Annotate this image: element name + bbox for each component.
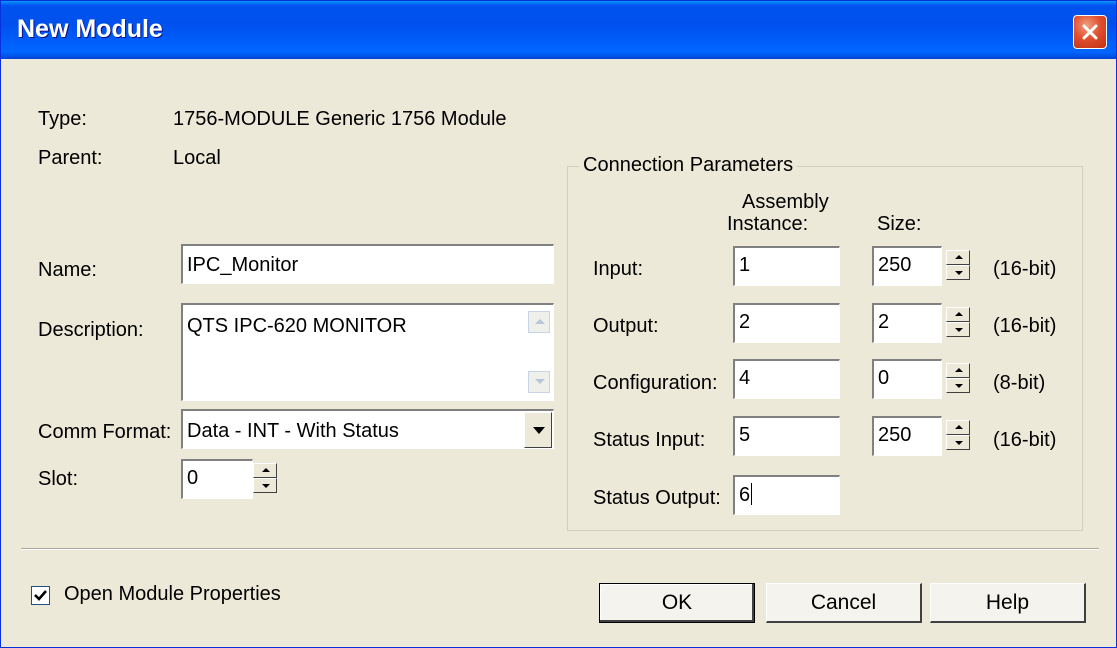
ok-button[interactable]: OK bbox=[599, 583, 755, 623]
input-unit: (16-bit) bbox=[993, 258, 1057, 280]
input-size-spin-down[interactable] bbox=[946, 265, 970, 280]
chevron-down-icon bbox=[533, 427, 545, 434]
comm-format-select[interactable]: Data - INT - With Status bbox=[181, 409, 554, 449]
parent-value: Local bbox=[173, 147, 221, 169]
scroll-down-icon bbox=[535, 379, 545, 384]
instance-header: Instance: bbox=[727, 213, 809, 235]
spin-up-icon bbox=[955, 368, 963, 372]
slot-spinner[interactable] bbox=[253, 463, 277, 493]
status-input-size-spin-down[interactable] bbox=[946, 435, 970, 450]
name-input[interactable]: IPC_Monitor bbox=[181, 244, 554, 284]
slot-label: Slot: bbox=[38, 468, 79, 490]
output-label: Output: bbox=[593, 315, 659, 337]
spin-up-icon bbox=[955, 255, 963, 259]
input-size-spin-up[interactable] bbox=[946, 250, 970, 265]
slot-spin-down[interactable] bbox=[253, 478, 277, 493]
spin-down-icon bbox=[262, 484, 270, 488]
close-icon bbox=[1082, 24, 1098, 40]
parent-label: Parent: bbox=[38, 147, 103, 169]
spin-up-icon bbox=[955, 425, 963, 429]
checkmark-icon bbox=[34, 590, 47, 601]
status-input-label: Status Input: bbox=[593, 429, 706, 451]
comm-format-dropdown-button[interactable] bbox=[524, 412, 552, 448]
slot-spin-up[interactable] bbox=[253, 463, 277, 478]
output-size-spin-down[interactable] bbox=[946, 322, 970, 337]
input-size-spinner[interactable] bbox=[946, 250, 970, 280]
description-scrollbar[interactable] bbox=[528, 305, 552, 400]
name-label: Name: bbox=[38, 259, 97, 281]
description-textarea[interactable]: QTS IPC-620 MONITOR bbox=[181, 303, 554, 401]
title-bar[interactable]: New Module bbox=[1, 1, 1116, 59]
status-output-label: Status Output: bbox=[593, 487, 721, 509]
spin-up-icon bbox=[262, 468, 270, 472]
status-input-size-spin-up[interactable] bbox=[946, 420, 970, 435]
input-size-field[interactable]: 250 bbox=[872, 246, 942, 286]
slot-input[interactable]: 0 bbox=[181, 459, 253, 499]
configuration-unit: (8-bit) bbox=[993, 372, 1046, 394]
divider bbox=[21, 548, 1099, 550]
scroll-up-button[interactable] bbox=[528, 311, 550, 333]
window-title: New Module bbox=[17, 15, 163, 43]
input-label: Input: bbox=[593, 258, 644, 280]
status-input-size-spinner[interactable] bbox=[946, 420, 970, 450]
output-unit: (16-bit) bbox=[993, 315, 1057, 337]
configuration-size-spin-up[interactable] bbox=[946, 363, 970, 378]
spin-down-icon bbox=[955, 441, 963, 445]
open-module-properties-label[interactable]: Open Module Properties bbox=[64, 583, 281, 606]
assembly-header: Assembly bbox=[742, 191, 829, 213]
new-module-dialog: New Module Type: 1756-MODULE Generic 175… bbox=[0, 0, 1117, 648]
status-input-size-field[interactable]: 250 bbox=[872, 416, 942, 456]
configuration-instance-field[interactable]: 4 bbox=[733, 359, 840, 399]
configuration-size-spinner[interactable] bbox=[946, 363, 970, 393]
type-value: 1756-MODULE Generic 1756 Module bbox=[173, 108, 507, 130]
status-input-instance-field[interactable]: 5 bbox=[733, 416, 840, 456]
spin-down-icon bbox=[955, 384, 963, 388]
cancel-button[interactable]: Cancel bbox=[766, 583, 922, 623]
configuration-size-spin-down[interactable] bbox=[946, 378, 970, 393]
spin-up-icon bbox=[955, 312, 963, 316]
spin-down-icon bbox=[955, 328, 963, 332]
size-header: Size: bbox=[877, 213, 922, 235]
input-instance-field[interactable]: 1 bbox=[733, 246, 840, 286]
scroll-up-icon bbox=[535, 319, 545, 324]
scroll-down-button[interactable] bbox=[528, 371, 550, 393]
help-button[interactable]: Help bbox=[930, 583, 1086, 623]
description-label: Description: bbox=[38, 319, 144, 341]
comm-format-value: Data - INT - With Status bbox=[187, 420, 399, 442]
status-output-instance-value: 6 bbox=[739, 484, 751, 506]
configuration-label: Configuration: bbox=[593, 372, 718, 394]
configuration-size-field[interactable]: 0 bbox=[872, 359, 942, 399]
output-instance-field[interactable]: 2 bbox=[733, 303, 840, 343]
output-size-spinner[interactable] bbox=[946, 307, 970, 337]
status-output-instance-field[interactable]: 6 bbox=[733, 475, 840, 515]
comm-format-label: Comm Format: bbox=[38, 421, 172, 443]
output-size-field[interactable]: 2 bbox=[872, 303, 942, 343]
type-label: Type: bbox=[38, 108, 87, 130]
status-input-unit: (16-bit) bbox=[993, 429, 1057, 451]
open-module-properties-checkbox[interactable] bbox=[31, 586, 50, 605]
connection-parameters-title: Connection Parameters bbox=[579, 154, 798, 177]
output-size-spin-up[interactable] bbox=[946, 307, 970, 322]
close-button[interactable] bbox=[1073, 15, 1107, 49]
description-text: QTS IPC-620 MONITOR bbox=[187, 315, 407, 337]
spin-down-icon bbox=[955, 271, 963, 275]
text-caret bbox=[751, 483, 753, 505]
